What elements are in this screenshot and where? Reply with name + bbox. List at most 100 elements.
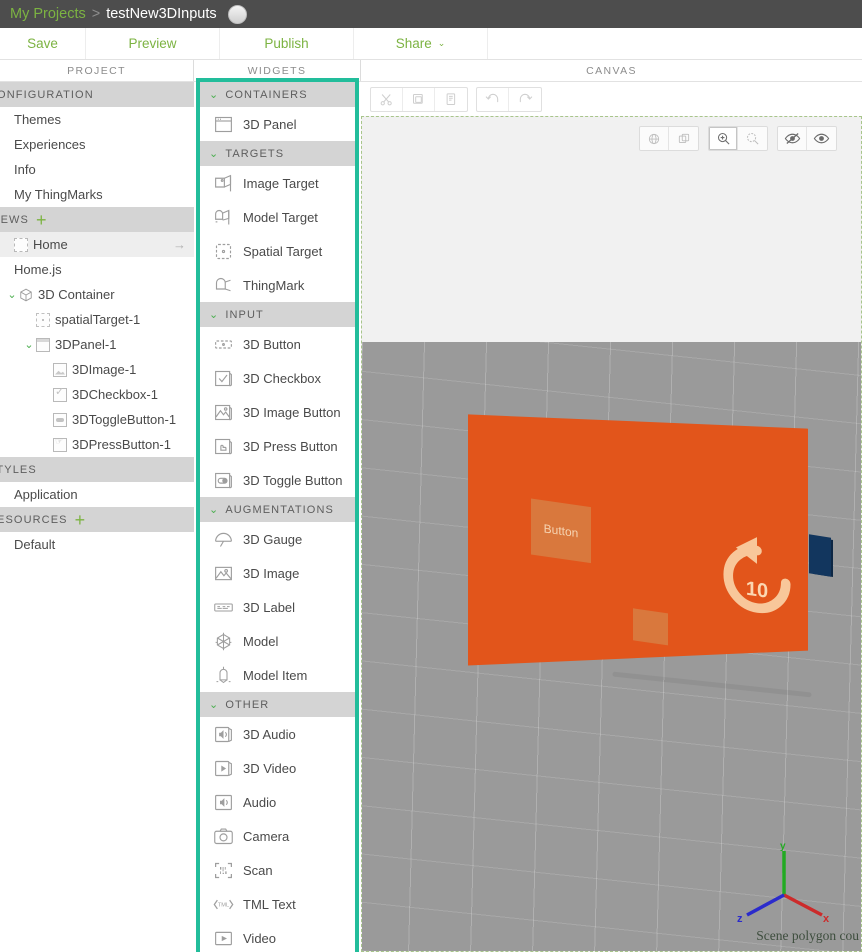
widget-item-tml-text[interactable]: TML TML Text (200, 887, 355, 921)
widget-item-image-target[interactable]: Image Target (200, 166, 355, 200)
tree-item[interactable]: Home→ (0, 232, 194, 257)
cut-button[interactable] (371, 88, 403, 111)
tree-item[interactable]: Default (0, 532, 194, 557)
widget-item-3d-label[interactable]: 3D Label (200, 590, 355, 624)
tree-item[interactable]: 3DPressButton-1 (0, 432, 194, 457)
breadcrumb-separator: > (92, 6, 100, 22)
widget-group-header-input[interactable]: ⌄INPUT (200, 302, 355, 327)
canvas-panel[interactable]: Button 10 (361, 82, 862, 952)
chevron-down-icon[interactable]: ⌄ (209, 503, 219, 516)
share-button[interactable]: Share ⌄ (354, 28, 488, 59)
tree-item[interactable]: ⌄3D Container (0, 282, 194, 307)
chevron-down-icon[interactable]: ⌄ (209, 147, 219, 160)
widget-item-scan[interactable]: Scan (200, 853, 355, 887)
tree-item[interactable]: Themes (0, 107, 194, 132)
view-3d-button[interactable] (640, 127, 669, 150)
widget-item-3d-panel[interactable]: 3D Panel (200, 107, 355, 141)
view-2d-button[interactable] (669, 127, 698, 150)
widget-item-camera[interactable]: Camera (200, 819, 355, 853)
model-icon (213, 631, 234, 652)
widget-group-header-other[interactable]: ⌄OTHER (200, 692, 355, 717)
widget-item-3d-image-button[interactable]: 3D Image Button (200, 395, 355, 429)
project-tree-panel[interactable]: CONFIGURATION Themes Experiences Info My Thi… (0, 82, 194, 952)
widget-item-3d-checkbox[interactable]: 3D Checkbox (200, 361, 355, 395)
undo-button[interactable] (477, 88, 509, 111)
tree-section-label: CONFIGURATION (0, 89, 94, 101)
widget-item-3d-audio[interactable]: 3D Audio (200, 717, 355, 751)
svg-text:TML: TML (218, 902, 229, 908)
label-icon (213, 597, 234, 618)
chevron-down-icon[interactable]: ⌄ (22, 338, 36, 351)
add-item-icon[interactable]: + (36, 211, 48, 229)
3d-checkbox-object[interactable] (809, 534, 831, 576)
tree-item[interactable]: ⌄3DPanel-1 (0, 332, 194, 357)
widget-group-header-augmentations[interactable]: ⌄AUGMENTATIONS (200, 497, 355, 522)
widget-item-model-target[interactable]: Model Target (200, 200, 355, 234)
widget-item-3d-button[interactable]: 3D Button (200, 327, 355, 361)
audio-icon (213, 792, 234, 813)
zoom-selection-button[interactable] (738, 127, 767, 150)
tree-item-label: Themes (14, 112, 61, 127)
widgets-panel[interactable]: ⌄ CONTAINERS 3D Panel ⌄TARGETSImage Target M… (194, 82, 361, 952)
tree-item-label: Info (14, 162, 36, 177)
widget-item-model-item[interactable]: Model Item (200, 658, 355, 692)
tree-item[interactable]: 3DCheckbox-1 (0, 382, 194, 407)
chevron-down-icon[interactable]: ⌄ (209, 88, 219, 101)
tree-item[interactable]: Info (0, 157, 194, 182)
paste-button[interactable] (435, 88, 467, 111)
copy-button[interactable] (403, 88, 435, 111)
widget-item-thingmark[interactable]: ThingMark (200, 268, 355, 302)
show-button[interactable] (807, 127, 836, 150)
spatial-target-icon (213, 241, 234, 262)
hide-button[interactable] (778, 127, 807, 150)
preview-button[interactable]: Preview (86, 28, 220, 59)
scene-viewport[interactable]: Button 10 (361, 116, 862, 952)
save-button[interactable]: Save (0, 28, 86, 59)
widget-item-3d-press-button[interactable]: 3D Press Button (200, 429, 355, 463)
widget-item-3d-image[interactable]: 3D Image (200, 556, 355, 590)
3d-button-object[interactable]: Button (531, 498, 591, 563)
chevron-down-icon[interactable]: ⌄ (5, 288, 19, 301)
open-view-arrow-icon[interactable]: → (173, 237, 186, 252)
axis-gizmo: y x z (734, 839, 830, 939)
widget-group-label: CONTAINERS (225, 89, 307, 101)
canvas-view-toolbar (639, 126, 837, 151)
widget-group-header-containers[interactable]: ⌄ CONTAINERS (200, 82, 355, 107)
view-icon (14, 238, 28, 252)
widget-item-label: TML Text (243, 897, 296, 912)
3d-toggle-button-object[interactable] (633, 608, 668, 645)
tree-item[interactable]: 3DImage-1 (0, 357, 194, 382)
widget-item-3d-toggle-button[interactable]: 3D Toggle Button (200, 463, 355, 497)
widget-item-video[interactable]: Video (200, 921, 355, 952)
breadcrumb-my-projects[interactable]: My Projects (10, 6, 86, 22)
redo-button[interactable] (509, 88, 541, 111)
chevron-down-icon[interactable]: ⌄ (209, 308, 219, 321)
chevron-down-icon[interactable]: ⌄ (209, 698, 219, 711)
widget-item-model[interactable]: Model (200, 624, 355, 658)
zoom-fit-button[interactable] (709, 127, 738, 150)
tree-item[interactable]: My ThingMarks (0, 182, 194, 207)
widgets-list[interactable]: ⌄ CONTAINERS 3D Panel ⌄TARGETSImage Target M… (200, 82, 355, 952)
visibility-group (777, 126, 837, 151)
tree-item[interactable]: spatialTarget-1 (0, 307, 194, 332)
widget-item-label: 3D Label (243, 600, 295, 615)
tree-item[interactable]: Experiences (0, 132, 194, 157)
widget-item-label: Model Target (243, 210, 318, 225)
widget-item-spatial-target[interactable]: Spatial Target (200, 234, 355, 268)
tree-item[interactable]: Home.js (0, 257, 194, 282)
widget-item-3d-video[interactable]: 3D Video (200, 751, 355, 785)
add-item-icon[interactable]: + (75, 511, 87, 529)
tree-item[interactable]: Application (0, 482, 194, 507)
check-icon (53, 388, 67, 402)
widget-item-audio[interactable]: Audio (200, 785, 355, 819)
tree-item[interactable]: 3DToggleButton-1 (0, 407, 194, 432)
view-mode-group (639, 126, 699, 151)
user-avatar-icon[interactable] (228, 5, 247, 24)
widget-item-label: 3D Checkbox (243, 371, 321, 386)
widget-item-label: 3D Panel (243, 117, 296, 132)
checkbox-icon (213, 368, 234, 389)
scene-polygon-count-label: Scene polygon cou (756, 928, 859, 944)
publish-button[interactable]: Publish (220, 28, 354, 59)
widget-group-header-targets[interactable]: ⌄TARGETS (200, 141, 355, 166)
widget-item-3d-gauge[interactable]: 3D Gauge (200, 522, 355, 556)
